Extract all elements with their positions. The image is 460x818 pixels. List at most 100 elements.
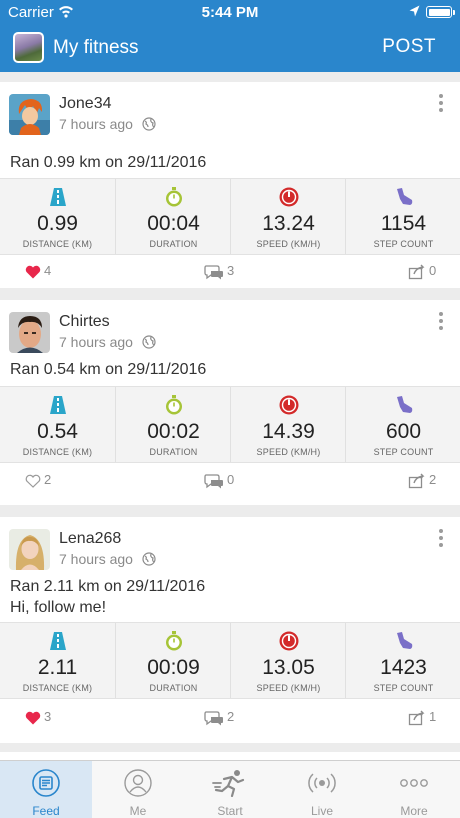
post-menu-button[interactable] <box>436 94 446 116</box>
top-bar: Carrier 5:44 PM My fitness POST <box>0 0 460 72</box>
tab-start[interactable]: Start <box>184 761 276 818</box>
post-actions: 4 3 0 <box>0 255 460 289</box>
duration-value: 00:04 <box>147 212 200 235</box>
speed-value: 13.24 <box>262 212 315 235</box>
post-description: Ran 0.99 km on 29/11/2016 <box>10 154 207 171</box>
stat-speed: 13.24 SPEED (KM/H) <box>230 179 345 254</box>
duration-label: DURATION <box>149 683 198 693</box>
steps-label: STEP COUNT <box>373 447 434 457</box>
stat-distance: 0.54 DISTANCE (KM) <box>0 387 115 462</box>
stat-duration: 00:04 DURATION <box>115 179 230 254</box>
tab-bar: Feed Me Start Live More <box>0 760 460 818</box>
user-avatar[interactable] <box>9 529 50 570</box>
stopwatch-icon <box>166 395 182 415</box>
username[interactable]: Jone34 <box>59 95 112 113</box>
stopwatch-icon <box>166 631 182 651</box>
shoe-icon <box>397 632 413 649</box>
speedometer-icon <box>279 631 299 651</box>
stat-steps: 600 STEP COUNT <box>345 387 460 462</box>
like-count: 3 <box>44 709 52 724</box>
my-avatar[interactable] <box>13 32 44 63</box>
steps-value: 1154 <box>380 212 427 235</box>
battery-icon <box>426 6 455 18</box>
distance-value: 2.11 <box>37 656 78 679</box>
like-count: 4 <box>44 263 52 278</box>
comment-icon <box>204 473 223 489</box>
stat-duration: 00:02 DURATION <box>115 387 230 462</box>
post-description: Ran 0.54 km on 29/11/2016 <box>10 361 207 378</box>
feed-icon <box>32 769 60 797</box>
road-icon <box>50 396 66 414</box>
comment-icon <box>204 710 223 726</box>
tab-live[interactable]: Live <box>276 761 368 818</box>
post-menu-button[interactable] <box>436 529 446 551</box>
location-arrow-icon <box>409 5 420 17</box>
post-description: Ran 2.11 km on 29/11/2016 <box>10 578 206 595</box>
tab-label: Me <box>129 804 147 818</box>
tab-label: Live <box>310 804 333 818</box>
like-button[interactable]: 4 <box>25 263 51 279</box>
feed-list[interactable]: Jone34 7 hours ago Ran 0.99 km on 29/11/… <box>0 72 460 760</box>
stats-row: 0.54 DISTANCE (KM) 00:02 DURATION 14.39 … <box>0 386 460 463</box>
share-button[interactable]: 1 <box>408 709 436 726</box>
tab-me[interactable]: Me <box>92 761 184 818</box>
post-menu-button[interactable] <box>436 312 446 334</box>
like-button[interactable]: 2 <box>25 472 51 488</box>
share-button[interactable]: 0 <box>408 263 436 280</box>
stat-distance: 0.99 DISTANCE (KM) <box>0 179 115 254</box>
heart-filled-icon <box>25 265 41 279</box>
more-icon <box>400 779 428 787</box>
page-title: My fitness <box>53 37 139 58</box>
like-count: 2 <box>44 472 52 487</box>
stat-distance: 2.11 DISTANCE (KM) <box>0 623 115 698</box>
feed-post-partial <box>0 752 460 760</box>
comment-count: 3 <box>227 263 235 278</box>
app-bar: My fitness POST <box>0 24 460 72</box>
share-count: 0 <box>429 263 437 278</box>
user-avatar[interactable] <box>9 94 50 135</box>
share-button[interactable]: 2 <box>408 472 436 489</box>
steps-value: 600 <box>385 420 422 443</box>
post-button[interactable]: POST <box>382 36 436 58</box>
steps-value: 1423 <box>380 656 427 679</box>
tab-feed[interactable]: Feed <box>0 761 92 818</box>
stat-steps: 1423 STEP COUNT <box>345 623 460 698</box>
share-icon <box>408 473 425 488</box>
user-avatar[interactable] <box>9 312 50 353</box>
live-icon <box>308 773 336 793</box>
distance-label: DISTANCE (KM) <box>22 239 93 249</box>
share-icon <box>408 264 425 279</box>
globe-icon <box>142 335 156 349</box>
duration-label: DURATION <box>149 447 198 457</box>
profile-icon <box>124 769 152 797</box>
speed-value: 13.05 <box>262 656 315 679</box>
stat-speed: 14.39 SPEED (KM/H) <box>230 387 345 462</box>
feed-post: Chirtes 7 hours ago Ran 0.54 km on 29/11… <box>0 300 460 505</box>
comment-button[interactable]: 0 <box>204 472 234 489</box>
road-icon <box>50 188 66 206</box>
comment-button[interactable]: 2 <box>204 709 234 726</box>
username[interactable]: Lena268 <box>59 530 121 548</box>
stat-duration: 00:09 DURATION <box>115 623 230 698</box>
speedometer-icon <box>279 187 299 207</box>
feed-post: Lena268 7 hours ago Ran 2.11 km on 29/11… <box>0 517 460 743</box>
runner-icon <box>212 770 245 797</box>
like-button[interactable]: 3 <box>25 709 51 725</box>
heart-filled-icon <box>25 711 41 725</box>
username[interactable]: Chirtes <box>59 313 110 331</box>
tab-more[interactable]: More <box>368 761 460 818</box>
speed-label: SPEED (KM/H) <box>256 683 321 693</box>
tab-label: More <box>400 804 428 818</box>
post-message: Hi, follow me! <box>10 599 107 616</box>
globe-icon <box>142 552 156 566</box>
duration-value: 00:09 <box>147 656 200 679</box>
road-icon <box>50 632 66 650</box>
comment-button[interactable]: 3 <box>204 263 234 280</box>
share-count: 1 <box>429 709 437 724</box>
shoe-icon <box>397 396 413 413</box>
feed-post: Jone34 7 hours ago Ran 0.99 km on 29/11/… <box>0 82 460 288</box>
speed-label: SPEED (KM/H) <box>256 239 321 249</box>
post-time: 7 hours ago <box>59 116 133 132</box>
comment-icon <box>204 264 223 280</box>
stat-speed: 13.05 SPEED (KM/H) <box>230 623 345 698</box>
